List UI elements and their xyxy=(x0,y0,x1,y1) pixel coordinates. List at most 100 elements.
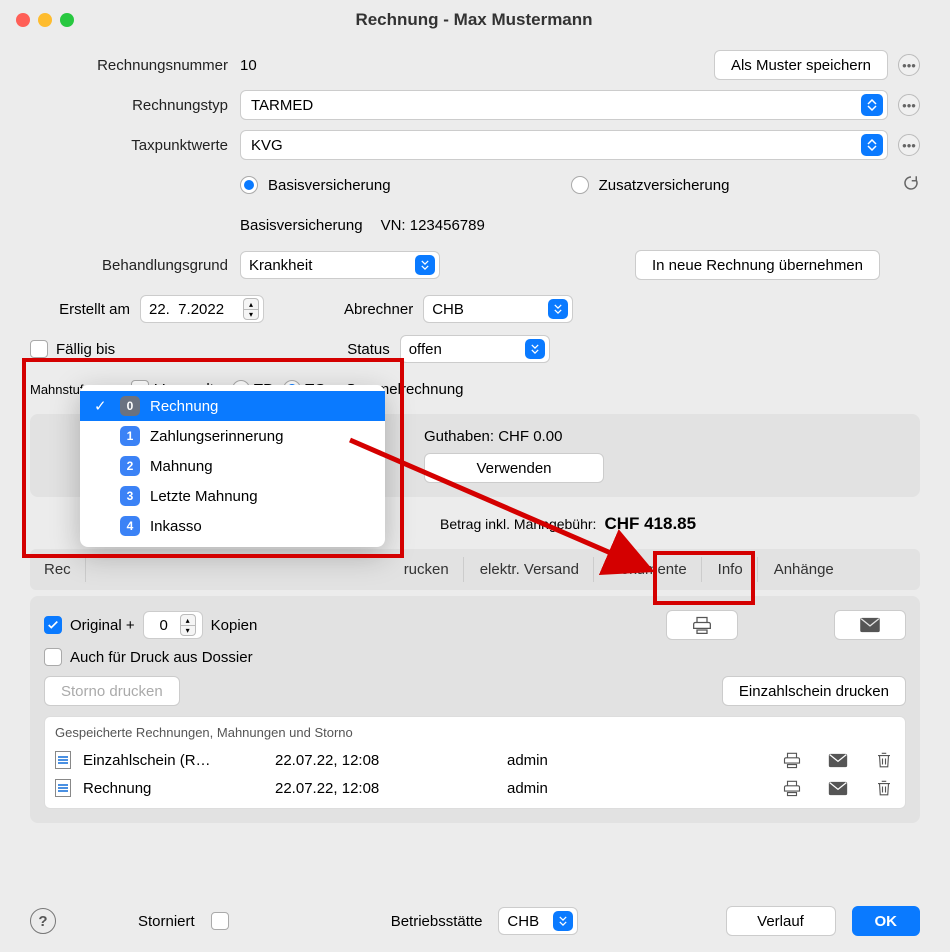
stepper-down[interactable]: ▾ xyxy=(243,309,259,320)
basis-line: Basisversicherung xyxy=(240,217,363,234)
betrag-label: Betrag inkl. Mahngebühr: xyxy=(440,516,596,532)
label-original: Original + xyxy=(70,617,135,634)
label-taxpunktwerte: Taxpunktwerte xyxy=(30,137,240,154)
tab-drucken[interactable]: rucken xyxy=(390,557,464,582)
row-print-button[interactable] xyxy=(781,750,803,770)
erstellt-am-field[interactable] xyxy=(149,301,239,318)
stored-list-title: Gespeicherte Rechnungen, Mahnungen und S… xyxy=(45,723,905,746)
taxpunktwerte-select[interactable]: KVG xyxy=(240,130,888,160)
verwenden-button[interactable]: Verwenden xyxy=(424,453,604,483)
kopien-field[interactable] xyxy=(152,617,176,634)
als-muster-button[interactable]: Als Muster speichern xyxy=(714,50,888,80)
chevron-updown-icon xyxy=(861,94,883,116)
erstellt-am-input[interactable]: ▴ ▾ xyxy=(140,295,264,323)
list-row[interactable]: Einzahlschein (R… 22.07.22, 12:08 admin xyxy=(45,746,905,774)
radio-basisversicherung[interactable] xyxy=(240,176,258,194)
document-icon xyxy=(55,779,71,797)
printer-icon xyxy=(691,615,713,635)
bottom-bar: ? Storniert Betriebsstätte CHB Verlauf O… xyxy=(0,906,950,936)
value-rechnungsnummer: 10 xyxy=(240,57,257,74)
checkbox-auch-dossier[interactable] xyxy=(44,648,62,666)
verlauf-button[interactable]: Verlauf xyxy=(726,906,836,936)
betriebsstaette-select[interactable]: CHB xyxy=(498,907,578,935)
stored-user: admin xyxy=(507,752,769,769)
stored-date: 22.07.22, 12:08 xyxy=(275,752,495,769)
einzahlschein-drucken-button[interactable]: Einzahlschein drucken xyxy=(722,676,906,706)
label-rechnungstyp: Rechnungstyp xyxy=(30,97,240,114)
dropdown-item-letzte-mahnung[interactable]: 3 Letzte Mahnung xyxy=(80,481,385,511)
stored-date: 22.07.22, 12:08 xyxy=(275,780,495,797)
dropdown-item-mahnung[interactable]: 2 Mahnung xyxy=(80,451,385,481)
stored-list: Gespeicherte Rechnungen, Mahnungen und S… xyxy=(44,716,906,809)
more-dots-1[interactable]: ••• xyxy=(898,54,920,76)
more-dots-2[interactable]: ••• xyxy=(898,94,920,116)
dropdown-item-inkasso[interactable]: 4 Inkasso xyxy=(80,511,385,541)
help-button[interactable]: ? xyxy=(30,908,56,934)
print-button[interactable] xyxy=(666,610,738,640)
tab-rec[interactable]: Rec xyxy=(30,557,86,582)
rechnungstyp-select[interactable]: TARMED xyxy=(240,90,888,120)
list-row[interactable]: Rechnung 22.07.22, 12:08 admin xyxy=(45,774,905,802)
label-betriebsstaette: Betriebsstätte xyxy=(391,913,483,930)
mahnstufe-dropdown[interactable]: ✓ 0 Rechnung 1 Zahlungserinnerung 2 Mahn… xyxy=(80,385,385,547)
tab-anhaenge[interactable]: Anhänge xyxy=(760,557,848,582)
vn-line: VN: 123456789 xyxy=(381,217,485,234)
document-icon xyxy=(55,751,71,769)
tab-dokumente[interactable]: Dokumente xyxy=(596,557,702,582)
chevron-updown-icon xyxy=(553,911,573,931)
stepper-up[interactable]: ▴ xyxy=(180,614,196,625)
behandlungsgrund-select[interactable]: Krankheit xyxy=(240,251,440,279)
tab-info[interactable]: Info xyxy=(704,557,758,582)
titlebar: Rechnung - Max Mustermann xyxy=(0,0,950,40)
stepper-down[interactable]: ▾ xyxy=(180,625,196,636)
mail-button[interactable] xyxy=(834,610,906,640)
mail-icon xyxy=(859,617,881,633)
storno-drucken-button[interactable]: Storno drucken xyxy=(44,676,180,706)
chevron-updown-icon xyxy=(525,339,545,359)
checkbox-storniert[interactable] xyxy=(211,912,229,930)
label-zusatzversicherung: Zusatzversicherung xyxy=(599,177,730,194)
row-print-button[interactable] xyxy=(781,778,803,798)
abrechner-select[interactable]: CHB xyxy=(423,295,573,323)
badge-1: 1 xyxy=(120,426,140,446)
in-neue-rechnung-button[interactable]: In neue Rechnung übernehmen xyxy=(635,250,880,280)
drucken-panel: Original + ▴ ▾ Kopien Auch für Druck aus… xyxy=(30,596,920,823)
radio-zusatzversicherung[interactable] xyxy=(571,176,589,194)
chevron-updown-icon xyxy=(861,134,883,156)
label-behandlungsgrund: Behandlungsgrund xyxy=(30,257,240,274)
label-rechnungsnummer: Rechnungsnummer xyxy=(30,57,240,74)
label-auch-dossier: Auch für Druck aus Dossier xyxy=(70,649,253,666)
tab-elektr-versand[interactable]: elektr. Versand xyxy=(466,557,594,582)
row-mail-button[interactable] xyxy=(827,750,849,770)
row-mail-button[interactable] xyxy=(827,778,849,798)
row-delete-button[interactable] xyxy=(873,778,895,798)
label-basisversicherung: Basisversicherung xyxy=(268,177,391,194)
refresh-icon[interactable] xyxy=(902,174,920,196)
window-title: Rechnung - Max Mustermann xyxy=(14,10,934,30)
row-delete-button[interactable] xyxy=(873,750,895,770)
chevron-updown-icon xyxy=(415,255,435,275)
chevron-updown-icon xyxy=(548,299,568,319)
badge-3: 3 xyxy=(120,486,140,506)
stored-name: Rechnung xyxy=(83,780,263,797)
checkbox-original[interactable] xyxy=(44,616,62,634)
stepper-up[interactable]: ▴ xyxy=(243,298,259,309)
ok-button[interactable]: OK xyxy=(852,906,921,936)
label-faellig-bis: Fällig bis xyxy=(56,341,115,358)
guthaben-text: Guthaben: CHF 0.00 xyxy=(424,428,562,445)
label-kopien: Kopien xyxy=(211,617,258,634)
betrag-value: CHF 418.85 xyxy=(604,514,696,534)
kopien-stepper[interactable]: ▴ ▾ xyxy=(143,611,203,639)
checkbox-faellig-bis[interactable] xyxy=(30,340,48,358)
badge-0: 0 xyxy=(120,396,140,416)
label-status: Status xyxy=(347,341,390,358)
stored-name: Einzahlschein (R… xyxy=(83,752,263,769)
badge-4: 4 xyxy=(120,516,140,536)
more-dots-3[interactable]: ••• xyxy=(898,134,920,156)
badge-2: 2 xyxy=(120,456,140,476)
dropdown-item-zahlungserinnerung[interactable]: 1 Zahlungserinnerung xyxy=(80,421,385,451)
status-select[interactable]: offen xyxy=(400,335,550,363)
check-icon: ✓ xyxy=(94,397,110,415)
label-erstellt-am: Erstellt am xyxy=(30,301,140,318)
dropdown-item-rechnung[interactable]: ✓ 0 Rechnung xyxy=(80,391,385,421)
